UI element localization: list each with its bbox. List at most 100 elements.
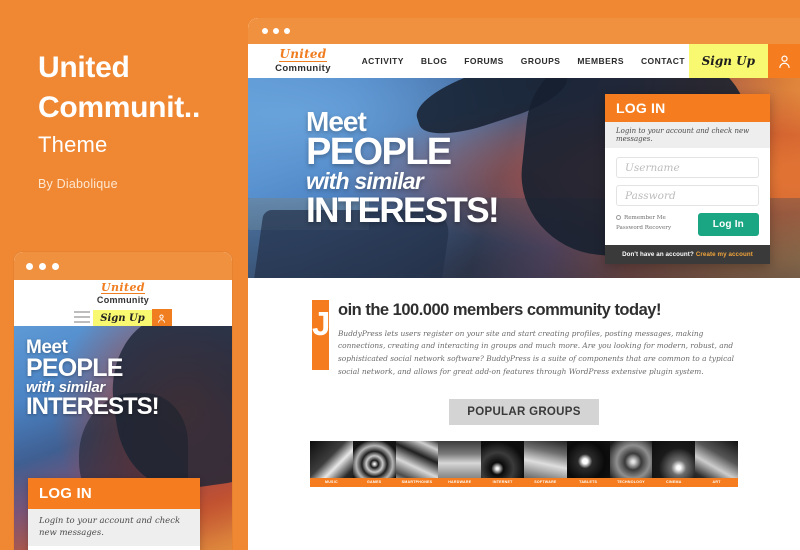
group-tile[interactable]: MUSIC [310, 440, 353, 487]
username-input[interactable]: Username [616, 157, 759, 178]
mobile-hero-headline: Meet PEOPLE with similar INTERESTS! [26, 338, 160, 420]
group-tile[interactable]: CINEMA [652, 440, 696, 487]
group-label: HARDWARE [438, 477, 482, 487]
hero-line2: PEOPLE [306, 131, 452, 174]
mobile-login-card: LOG IN Login to your account and check n… [28, 478, 200, 550]
group-tile[interactable] [396, 503, 439, 549]
site-navbar: United Community ACTIVITY BLOG FORUMS GR… [248, 44, 800, 78]
mobile-logo[interactable]: United Community [97, 279, 149, 305]
window-dot-icon[interactable] [262, 28, 268, 34]
group-label: GAMES [352, 477, 396, 487]
desktop-titlebar [248, 18, 800, 44]
login-card: LOG IN Login to your account and check n… [605, 94, 770, 264]
group-tile[interactable] [610, 503, 653, 549]
mobile-login-title: LOG IN [28, 478, 200, 509]
group-tile[interactable] [652, 503, 695, 549]
window-dot-icon[interactable] [39, 262, 46, 270]
group-label: TABLETS [566, 477, 610, 487]
mobile-logo-word: Community [96, 295, 150, 305]
promo-subtitle: Theme [38, 132, 108, 158]
popular-groups-heading: POPULAR GROUPS [449, 398, 599, 425]
group-tile[interactable]: HARDWARE [438, 440, 482, 487]
promo-block: United Communit.. Theme By Diabolique [38, 48, 253, 191]
group-label: SMARTPHONES [395, 477, 439, 487]
group-tile[interactable] [481, 503, 524, 549]
login-submit-button[interactable]: Log In [697, 213, 759, 236]
join-dropcap: J [312, 300, 330, 370]
nav-item-forums[interactable]: FORUMS [464, 56, 504, 66]
group-tile[interactable]: SOFTWARE [523, 440, 567, 487]
hero-line4: INTERESTS! [306, 190, 500, 230]
logo-word-text: Community [275, 62, 331, 74]
nav-item-contact[interactable]: CONTACT [641, 56, 685, 66]
window-dot-icon[interactable] [52, 262, 59, 270]
promo-author: By Diabolique [38, 176, 118, 191]
group-label: CINEMA [652, 477, 696, 487]
join-section: J oin the 100.000 members community toda… [248, 278, 800, 379]
mobile-hero-line2: PEOPLE [26, 354, 123, 382]
group-tile[interactable]: INTERNET [481, 440, 524, 487]
desktop-preview-window: United Community ACTIVITY BLOG FORUMS GR… [248, 18, 800, 550]
group-tile[interactable] [567, 503, 610, 549]
create-account-link[interactable]: Create my account [696, 251, 753, 258]
promo-title-line1: United [38, 51, 130, 84]
group-tile[interactable]: SMARTPHONES [395, 440, 439, 487]
group-label: INTERNET [481, 477, 524, 487]
main-menu: ACTIVITY BLOG FORUMS GROUPS MEMBERS CONT… [358, 44, 689, 78]
user-icon[interactable] [151, 309, 172, 327]
mobile-hero-line4: INTERESTS! [26, 392, 160, 420]
hero-headline: Meet PEOPLE with similar INTERESTS! [306, 107, 500, 230]
login-title: LOG IN [605, 94, 770, 122]
mobile-hero: Meet PEOPLE with similar INTERESTS! LOG … [14, 326, 232, 550]
mobile-navbar: United Community Sign Up [14, 279, 232, 327]
join-heading: oin the 100.000 members community today! [338, 301, 661, 319]
screenshot-stage: United Communit.. Theme By Diabolique Un… [0, 0, 800, 550]
popular-groups-grid-row2 [248, 503, 800, 549]
site-logo[interactable]: United Community [248, 44, 358, 78]
nav-item-groups[interactable]: GROUPS [521, 56, 561, 66]
group-tile[interactable] [695, 503, 738, 549]
group-label: MUSIC [310, 477, 353, 487]
group-tile[interactable]: TECHNOLOGY [609, 440, 653, 487]
remember-me-checkbox[interactable]: Remember Me [616, 213, 671, 223]
mobile-login-body: Username Password [28, 546, 200, 550]
login-options-row: Remember Me Password Recovery Log In [616, 213, 759, 236]
mobile-nav-actions: Sign Up [74, 309, 172, 327]
mobile-signup-button[interactable]: Sign Up [93, 309, 152, 327]
group-label: SOFTWARE [523, 477, 567, 487]
checkbox-icon[interactable] [616, 215, 621, 220]
login-form: Username Password Remember Me Password R… [605, 148, 770, 245]
group-tile[interactable] [524, 503, 567, 549]
mobile-login-subtitle: Login to your account and check new mess… [28, 509, 200, 546]
mobile-preview-window: United Community Sign Up Meet PEOPLE wit… [14, 252, 232, 550]
page-title: United Communit.. [38, 48, 253, 128]
no-account-text: Don't have an account? [622, 251, 694, 258]
logo-script-text: United [279, 47, 327, 62]
remember-me-label: Remember Me [624, 215, 666, 221]
window-dot-icon[interactable] [273, 28, 279, 34]
login-subtitle: Login to your account and check new mess… [605, 122, 770, 148]
mobile-logo-script: United [101, 281, 145, 294]
user-icon[interactable] [768, 44, 800, 78]
promo-title-line2: Communit.. [38, 91, 200, 125]
password-recovery-link[interactable]: Password Recovery [616, 223, 671, 233]
group-tile[interactable] [438, 503, 481, 549]
nav-item-activity[interactable]: ACTIVITY [362, 56, 404, 66]
group-tile[interactable] [310, 503, 353, 549]
signup-button[interactable]: Sign Up [688, 44, 768, 78]
hamburger-icon[interactable] [74, 310, 91, 326]
mobile-titlebar [14, 252, 232, 280]
nav-item-members[interactable]: MEMBERS [577, 56, 624, 66]
group-tile[interactable]: ART [695, 440, 738, 487]
popular-groups-heading-wrap: POPULAR GROUPS [248, 398, 800, 425]
nav-item-blog[interactable]: BLOG [421, 56, 447, 66]
password-input[interactable]: Password [616, 185, 759, 206]
group-label: ART [695, 477, 738, 487]
group-tile[interactable]: GAMES [352, 440, 396, 487]
group-label: TECHNOLOGY [609, 477, 653, 487]
window-dot-icon[interactable] [26, 262, 33, 270]
window-dot-icon[interactable] [284, 28, 290, 34]
group-tile[interactable]: TABLETS [566, 440, 610, 487]
login-options: Remember Me Password Recovery [616, 213, 671, 234]
group-tile[interactable] [353, 503, 396, 549]
